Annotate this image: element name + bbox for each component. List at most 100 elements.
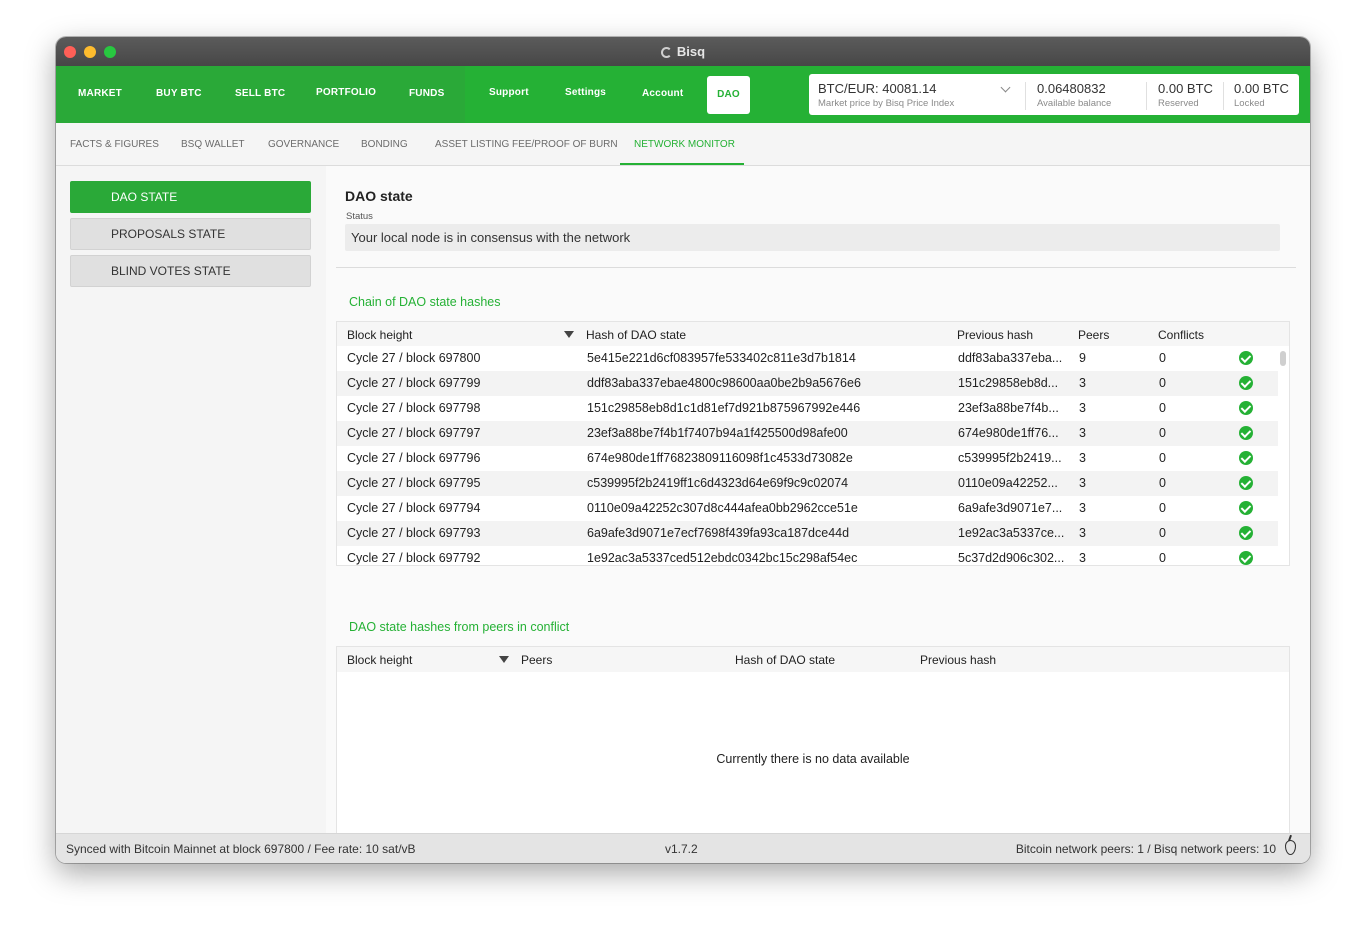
title-bar: Bisq (56, 37, 1310, 66)
cell-prev: ddf83aba337eba... (958, 351, 1063, 365)
cell-prev: 1e92ac3a5337ce... (958, 526, 1065, 540)
nav-settings[interactable]: Settings (565, 87, 606, 98)
conflict-section-title: DAO state hashes from peers in conflict (349, 620, 570, 634)
column-header-hash[interactable]: Hash of DAO state (586, 328, 686, 342)
table-row[interactable]: Cycle 27 / block 697795 c539995f2b2419ff1… (337, 471, 1278, 496)
cell-conflicts: 0 (1159, 451, 1166, 465)
in-consensus-check-icon (1239, 526, 1253, 540)
nav-dao[interactable]: DAO (707, 76, 750, 114)
cell-hash: 674e980de1ff76823809116098f1c4533d73082e (587, 451, 853, 465)
in-consensus-check-icon (1239, 476, 1253, 490)
bisq-logo-icon (660, 47, 672, 58)
column-header-hash[interactable]: Hash of DAO state (735, 653, 835, 667)
tab-bonding[interactable]: BONDING (361, 139, 408, 150)
tab-asset-listing-fee[interactable]: ASSET LISTING FEE/PROOF OF BURN (435, 139, 618, 150)
cell-hash: 151c29858eb8d1c1d81ef7d921b875967992e446 (587, 401, 861, 415)
table-header: Block height Peers Hash of DAO state Pre… (337, 647, 1289, 672)
version-text: v1.7.2 (665, 842, 698, 856)
nav-funds[interactable]: FUNDS (409, 88, 444, 99)
sort-descending-icon[interactable] (499, 656, 509, 663)
cell-peers: 3 (1079, 376, 1086, 390)
cell-peers: 9 (1079, 351, 1086, 365)
available-balance-value: 0.06480832 (1037, 81, 1106, 96)
cell-hash: 1e92ac3a5337ced512ebdc0342bc15c298af54ec (587, 551, 858, 565)
nav-account[interactable]: Account (642, 88, 683, 99)
cell-hash: c539995f2b2419ff1c6d4323d64e69f9c9c02074 (587, 476, 849, 490)
cell-prev: 674e980de1ff76... (958, 426, 1059, 440)
cell-hash: 23ef3a88be7f4b1f7407b94a1f425500d98afe00 (587, 426, 848, 440)
network-peers-text[interactable]: Bitcoin network peers: 1 / Bisq network … (1016, 842, 1276, 856)
table-row[interactable]: Cycle 27 / block 697798 151c29858eb8d1c1d… (337, 396, 1278, 421)
cell-conflicts: 0 (1159, 401, 1166, 415)
tab-governance[interactable]: GOVERNANCE (268, 139, 339, 150)
divider (1146, 82, 1147, 110)
in-consensus-check-icon (1239, 426, 1253, 440)
tor-icon[interactable] (1285, 840, 1296, 855)
main-content: DAO state Status Your local node is in c… (326, 166, 1310, 845)
column-header-peers[interactable]: Peers (521, 653, 552, 667)
table-row[interactable]: Cycle 27 / block 697800 5e415e221d6cf0839… (337, 346, 1278, 371)
divider (336, 267, 1296, 268)
cell-prev: 6a9afe3d9071e7... (958, 501, 1063, 515)
nav-buy-btc[interactable]: BUY BTC (156, 88, 202, 99)
cell-prev: 0110e09a42252... (958, 476, 1058, 490)
page-title: DAO state (345, 188, 413, 204)
cell-block: Cycle 27 / block 697794 (347, 501, 481, 515)
status-field: Your local node is in consensus with the… (345, 224, 1280, 251)
divider (1025, 82, 1026, 110)
cell-hash: 0110e09a42252c307d8c444afea0bb2962cce51e (587, 501, 858, 515)
price-selector[interactable]: BTC/EUR: 40081.14 Market price by Bisq P… (809, 74, 1024, 115)
table-row[interactable]: Cycle 27 / block 697796 674e980de1ff76823… (337, 446, 1278, 471)
column-header-previous-hash[interactable]: Previous hash (957, 328, 1033, 342)
cell-conflicts: 0 (1159, 351, 1166, 365)
column-header-block-height[interactable]: Block height (347, 653, 412, 667)
window-title: Bisq (56, 44, 1310, 59)
tab-facts-figures[interactable]: FACTS & FIGURES (70, 139, 159, 150)
locked-balance-label: Locked (1234, 98, 1265, 109)
column-header-block-height[interactable]: Block height (347, 328, 412, 342)
table-row[interactable]: Cycle 27 / block 697793 6a9afe3d9071e7ecf… (337, 521, 1278, 546)
locked-balance-value: 0.00 BTC (1234, 81, 1289, 96)
tab-network-monitor[interactable]: NETWORK MONITOR (634, 139, 735, 150)
tab-bsq-wallet[interactable]: BSQ WALLET (181, 139, 245, 150)
cell-conflicts: 0 (1159, 551, 1166, 565)
nav-market[interactable]: MARKET (78, 88, 122, 99)
in-consensus-check-icon (1239, 451, 1253, 465)
table-row[interactable]: Cycle 27 / block 697794 0110e09a42252c307… (337, 496, 1278, 521)
chevron-down-icon[interactable] (1000, 82, 1011, 93)
nav-support[interactable]: Support (489, 87, 529, 98)
sync-status-text: Synced with Bitcoin Mainnet at block 697… (66, 842, 416, 856)
cell-prev: 23ef3a88be7f4b... (958, 401, 1059, 415)
market-price-box: BTC/EUR: 40081.14 Market price by Bisq P… (809, 74, 1299, 115)
cell-peers: 3 (1079, 451, 1086, 465)
cell-conflicts: 0 (1159, 501, 1166, 515)
empty-table-placeholder: Currently there is no data available (716, 752, 910, 766)
table-scrollbar[interactable] (1280, 351, 1286, 366)
conflict-hashes-table: Block height Peers Hash of DAO state Pre… (336, 646, 1290, 845)
locked-balance: 0.00 BTC Locked (1225, 74, 1299, 115)
table-row[interactable]: Cycle 27 / block 697792 1e92ac3a5337ced51… (337, 546, 1278, 565)
cell-block: Cycle 27 / block 697792 (347, 551, 481, 565)
table-row[interactable]: Cycle 27 / block 697799 ddf83aba337ebae48… (337, 371, 1278, 396)
cell-hash: ddf83aba337ebae4800c98600aa0be2b9a5676e6 (587, 376, 861, 390)
cell-peers: 3 (1079, 401, 1086, 415)
cell-prev: 151c29858eb8d... (958, 376, 1059, 390)
nav-sell-btc[interactable]: SELL BTC (235, 88, 285, 99)
nav-portfolio[interactable]: PORTFOLIO (316, 87, 376, 98)
reserved-balance-label: Reserved (1158, 98, 1199, 109)
chain-section-title: Chain of DAO state hashes (349, 295, 501, 309)
table-row[interactable]: Cycle 27 / block 697797 23ef3a88be7f4b1f7… (337, 421, 1278, 446)
sort-descending-icon[interactable] (564, 331, 574, 338)
in-consensus-check-icon (1239, 501, 1253, 515)
sidebar-item-proposals-state[interactable]: PROPOSALS STATE (70, 218, 311, 250)
cell-conflicts: 0 (1159, 476, 1166, 490)
cell-conflicts: 0 (1159, 426, 1166, 440)
column-header-conflicts[interactable]: Conflicts (1158, 328, 1204, 342)
cell-peers: 3 (1079, 501, 1086, 515)
cell-hash: 6a9afe3d9071e7ecf7698f439fa93ca187dce44d (587, 526, 850, 540)
sidebar-item-blind-votes-state[interactable]: BLIND VOTES STATE (70, 255, 311, 287)
sidebar-item-dao-state[interactable]: DAO STATE (70, 181, 311, 213)
column-header-previous-hash[interactable]: Previous hash (920, 653, 996, 667)
column-header-peers[interactable]: Peers (1078, 328, 1109, 342)
cell-peers: 3 (1079, 426, 1086, 440)
